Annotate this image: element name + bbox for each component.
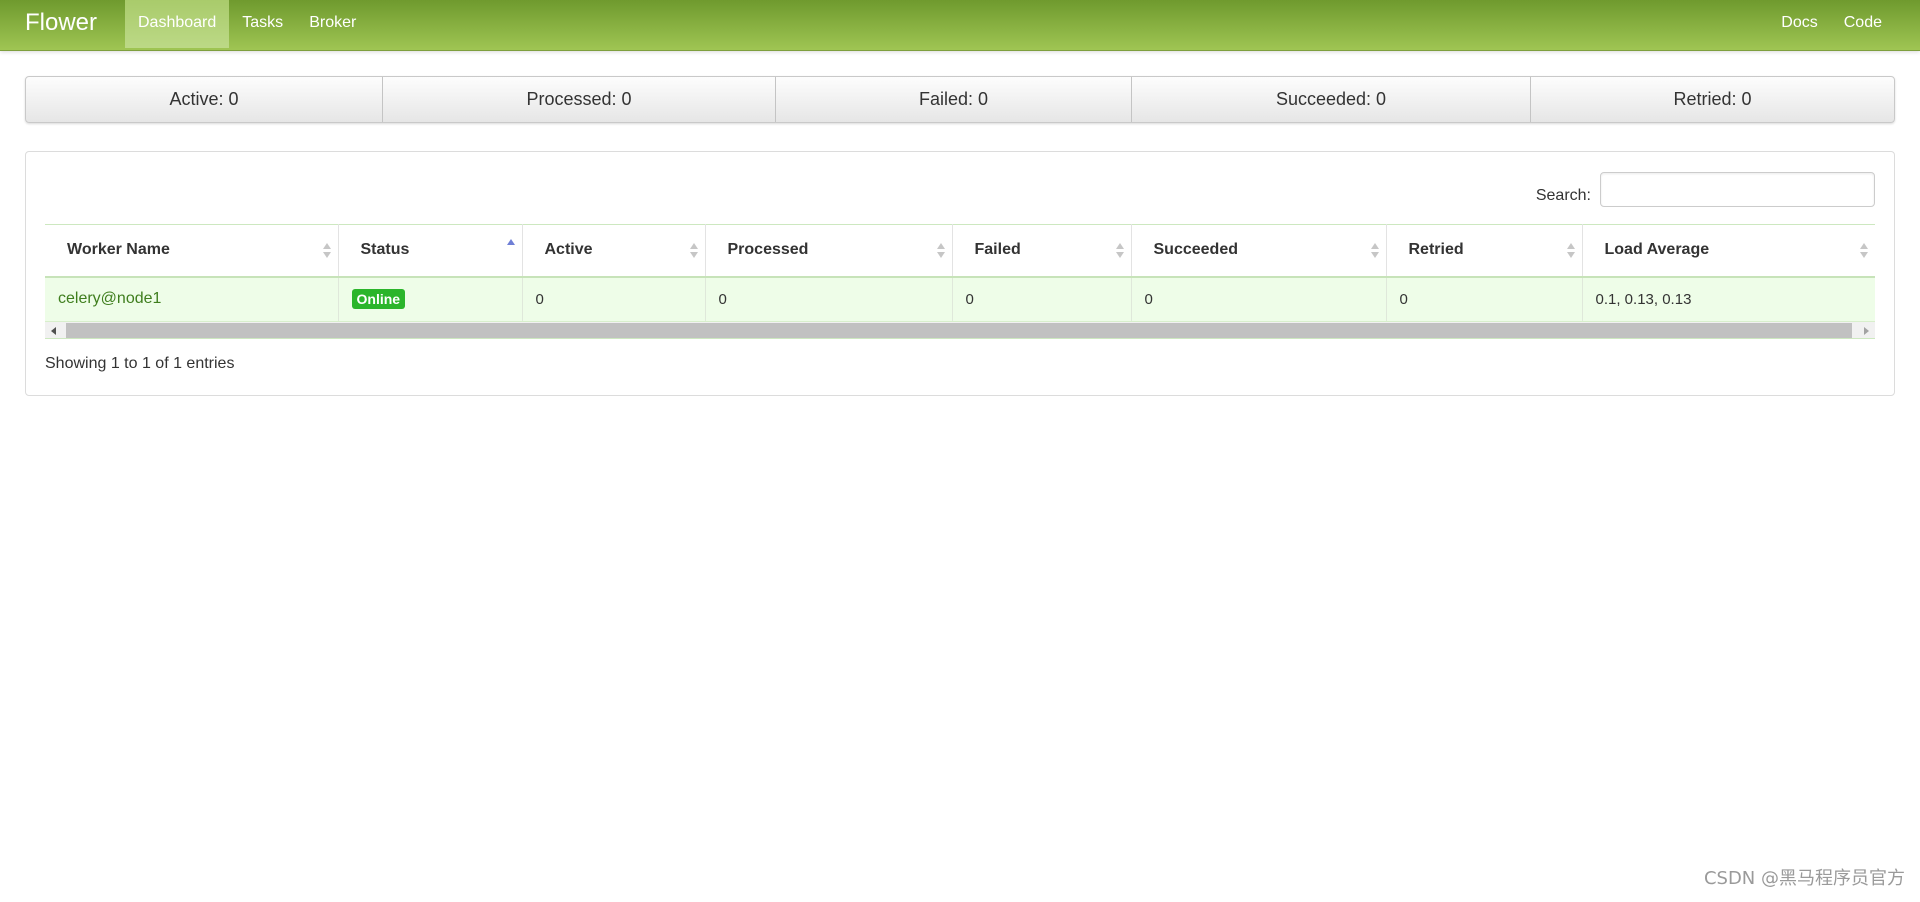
cell-processed: 0 — [705, 276, 953, 322]
counter-label: Succeeded — [1275, 89, 1367, 109]
sort-icon — [1115, 242, 1124, 260]
column-header-failed[interactable]: Failed — [952, 224, 1132, 278]
nav-left: Dashboard Tasks Broker — [125, 0, 369, 48]
column-header-retried[interactable]: Retried — [1386, 224, 1583, 278]
nav-right: Docs Code — [1768, 0, 1895, 48]
watermark: CSDN @黑马程序员官方 — [1703, 868, 1905, 889]
cell-load-average: 0.1, 0.13, 0.13 — [1582, 276, 1875, 322]
column-header-succeeded[interactable]: Succeeded — [1131, 224, 1387, 278]
counter-label: Failed — [918, 89, 968, 109]
counter-label: Retried — [1673, 89, 1732, 109]
counter-succeeded: Succeeded: 0 — [1132, 77, 1531, 122]
counter-retried: Retried: 0 — [1673, 89, 1752, 109]
sort-icon — [1566, 242, 1575, 260]
column-header-status[interactable]: Status — [338, 224, 523, 278]
brand-link[interactable]: Flower — [25, 0, 97, 48]
column-label: Active — [544, 241, 593, 259]
column-label: Processed — [727, 241, 809, 259]
search-box: Search: — [1536, 172, 1875, 207]
counter-value: 0 — [228, 89, 239, 109]
nav-dashboard[interactable]: Dashboard — [125, 0, 230, 48]
sort-icon — [936, 242, 945, 260]
nav-code[interactable]: Code — [1831, 0, 1895, 48]
counter-value: 0 — [978, 89, 989, 109]
column-label: Succeeded — [1153, 241, 1238, 259]
sort-icon — [1860, 242, 1868, 260]
cell-status: Online — [338, 276, 523, 322]
counter-processed: Processed: 0 — [383, 77, 776, 122]
table-row: celery@node1 Online 0 0 0 0 0 0.1, 0.13,… — [45, 276, 1875, 322]
column-header-load-average[interactable]: Load Average — [1582, 224, 1875, 278]
sort-icon — [322, 242, 331, 260]
counter-active: Active: 0 — [26, 77, 383, 122]
search-label: Search: — [1535, 186, 1591, 204]
column-label: Load Average — [1604, 241, 1710, 259]
scroll-left-icon[interactable] — [45, 322, 62, 339]
nav-docs[interactable]: Docs — [1768, 0, 1830, 48]
counter-label: Active — [169, 89, 219, 109]
nav-broker[interactable]: Broker — [296, 0, 369, 48]
top-navbar: Flower Dashboard Tasks Broker Docs Code — [0, 0, 1920, 51]
counter-value: 0 — [1376, 89, 1387, 109]
workers-table: Worker Name Status Active Processed Fail… — [45, 224, 1875, 322]
workers-panel: Search: Worker Name Status Active Proces… — [25, 151, 1895, 396]
table-info: Showing 1 to 1 of 1 entries — [45, 355, 235, 372]
scroll-right-icon[interactable] — [1858, 322, 1875, 339]
table-header-row: Worker Name Status Active Processed Fail… — [45, 224, 1875, 278]
worker-link[interactable]: celery@node1 — [58, 290, 161, 307]
nav-tasks[interactable]: Tasks — [229, 0, 296, 48]
cell-retried: 0 — [1386, 276, 1583, 322]
counter-value: 0 — [621, 89, 632, 109]
search-input[interactable] — [1600, 172, 1875, 207]
summary-counters: Active: 0 Processed: 0 Failed: 0 Succeed… — [25, 76, 1895, 123]
status-badge: Online — [351, 289, 406, 310]
workers-table-wrap: Worker Name Status Active Processed Fail… — [45, 224, 1875, 339]
column-header-processed[interactable]: Processed — [705, 224, 953, 278]
column-label: Status — [360, 241, 410, 259]
column-header-active[interactable]: Active — [522, 224, 706, 278]
cell-worker-name: celery@node1 — [45, 276, 339, 322]
horizontal-scrollbar[interactable] — [45, 322, 1875, 339]
counter-label: Processed — [526, 89, 612, 109]
column-header-worker-name[interactable]: Worker Name — [45, 224, 339, 278]
sort-icon — [1370, 242, 1379, 260]
cell-failed: 0 — [952, 276, 1132, 322]
counter-value: 0 — [1741, 89, 1752, 109]
sort-icon — [689, 242, 698, 260]
counter-failed: Failed: 0 — [776, 77, 1132, 122]
cell-active: 0 — [522, 276, 706, 322]
sort-asc-icon — [506, 238, 515, 256]
scrollbar-thumb[interactable] — [66, 323, 1852, 338]
cell-succeeded: 0 — [1131, 276, 1387, 322]
column-label: Retried — [1408, 241, 1464, 259]
column-label: Worker Name — [67, 241, 170, 259]
column-label: Failed — [974, 241, 1021, 259]
